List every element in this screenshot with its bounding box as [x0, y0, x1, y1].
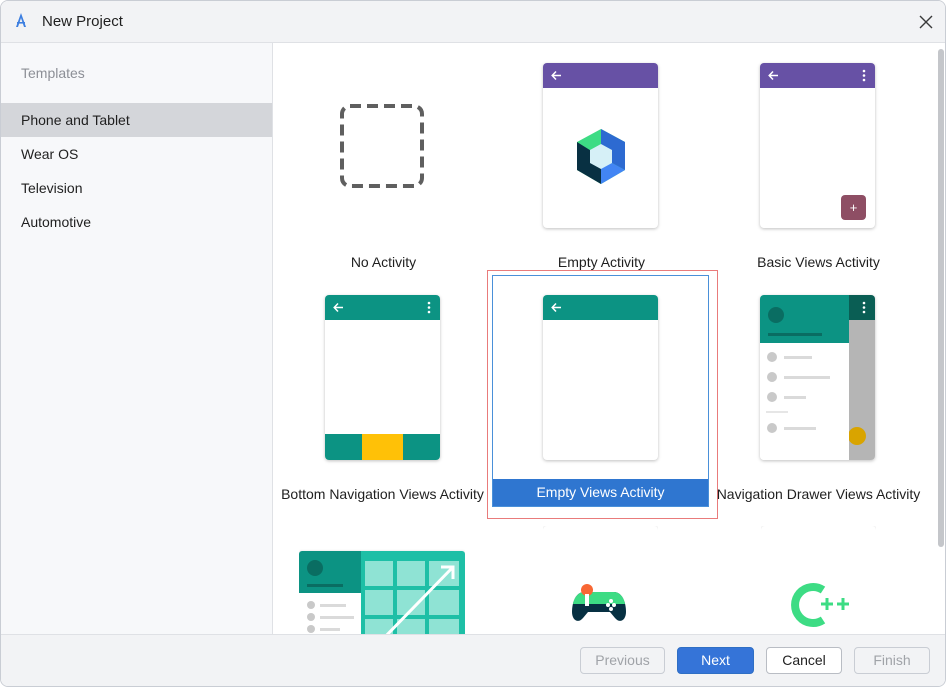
template-native-cpp[interactable]: [761, 526, 876, 634]
back-arrow-icon: [333, 302, 343, 313]
app-bar: [543, 295, 658, 320]
sidebar-item-automotive[interactable]: Automotive: [1, 205, 272, 239]
drawer-menu-items: [766, 352, 830, 433]
template-label-selected: Empty Views Activity: [493, 479, 708, 506]
back-arrow-icon: [768, 70, 778, 81]
template-label: No Activity: [350, 254, 417, 270]
template-label: Bottom Navigation Views Activity: [281, 486, 484, 502]
phone-preview: [543, 526, 658, 634]
template-basic-views-activity[interactable]: + Basic Views Activity: [726, 61, 911, 276]
bottom-nav-bar: [325, 434, 440, 460]
bottom-nav-selected-item: [362, 434, 403, 460]
dialog-footer: Previous Next Cancel Finish: [1, 634, 945, 686]
template-bottom-navigation-views-activity[interactable]: Bottom Navigation Views Activity: [275, 293, 490, 513]
drawer-header: [760, 295, 849, 343]
phone-preview: [760, 295, 875, 460]
compose-logo-icon: [577, 129, 625, 184]
fab-add-icon: +: [841, 195, 866, 220]
avatar: [768, 307, 784, 323]
drawer-header-line: [768, 333, 822, 336]
phone-preview: [761, 526, 876, 634]
gamepad-icon: [572, 584, 626, 621]
app-bar: [760, 63, 875, 88]
dashed-square-icon: [340, 104, 424, 188]
previous-button[interactable]: Previous: [580, 647, 665, 674]
template-empty-activity[interactable]: Empty Activity: [509, 61, 694, 276]
template-no-activity[interactable]: No Activity: [291, 61, 476, 276]
navigation-drawer: [760, 295, 849, 460]
template-navigation-drawer-views-activity[interactable]: Navigation Drawer Views Activity: [711, 293, 926, 513]
scrollbar-thumb[interactable]: [938, 49, 944, 547]
responsive-preview: [299, 551, 465, 634]
dialog-title: New Project: [42, 13, 123, 30]
sidebar-item-wear-os[interactable]: Wear OS: [1, 137, 272, 171]
template-label: Navigation Drawer Views Activity: [716, 486, 921, 502]
app-bar: [849, 295, 875, 320]
gallery-scrollbar[interactable]: [937, 43, 945, 634]
next-button[interactable]: Next: [677, 647, 754, 674]
phone-preview: +: [760, 63, 875, 228]
app-bar: [325, 295, 440, 320]
template-responsive-views-activity[interactable]: [299, 549, 465, 634]
phone-preview: [543, 63, 658, 228]
template-label: Empty Activity: [557, 254, 646, 270]
phone-preview: [325, 295, 440, 460]
overflow-menu-icon: [427, 301, 431, 314]
new-project-dialog: New Project Templates Phone and Tablet W…: [0, 0, 946, 687]
finish-button[interactable]: Finish: [854, 647, 930, 674]
cpp-logo-icon: [791, 583, 849, 627]
overflow-menu-icon: [862, 301, 866, 314]
list-items: [307, 601, 354, 633]
templates-sidebar: Templates Phone and Tablet Wear OS Telev…: [1, 43, 273, 634]
android-studio-icon: [16, 13, 26, 27]
grid-detail-pane: [361, 551, 465, 634]
fab-icon: [848, 427, 866, 445]
close-icon[interactable]: [915, 11, 937, 33]
avatar: [307, 560, 323, 576]
template-game-activity[interactable]: [543, 526, 658, 634]
cancel-button[interactable]: Cancel: [766, 647, 842, 674]
title-bar: New Project: [1, 1, 945, 43]
app-bar: [543, 63, 658, 88]
sidebar-item-phone-and-tablet[interactable]: Phone and Tablet: [1, 103, 272, 137]
header-line: [307, 584, 343, 587]
back-arrow-icon: [551, 302, 561, 313]
phone-preview: [543, 295, 658, 460]
list-header: [299, 551, 361, 593]
overflow-menu-icon: [862, 69, 866, 82]
template-label: Basic Views Activity: [757, 254, 880, 270]
sidebar-heading: Templates: [21, 65, 85, 81]
back-arrow-icon: [551, 70, 561, 81]
sidebar-item-television[interactable]: Television: [1, 171, 272, 205]
